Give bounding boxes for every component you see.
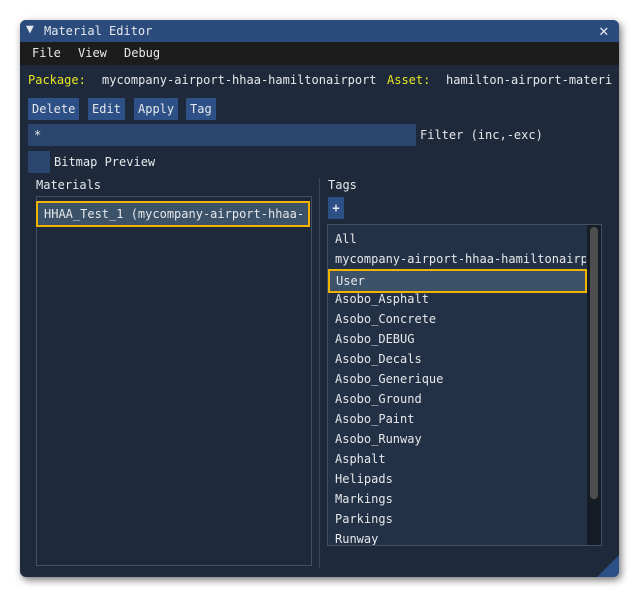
bitmap-preview-checkbox[interactable] [28, 151, 50, 173]
tag-item[interactable]: Runway [328, 530, 586, 545]
filter-label: Filter (inc,-exc) [420, 128, 543, 142]
add-tag-button[interactable]: + [328, 197, 344, 219]
material-editor-window: ▼ Material Editor ✕ File View Debug Pack… [20, 20, 619, 577]
materials-header: Materials [36, 178, 102, 192]
material-item-label: HHAA_Test_1 (mycompany-airport-hhaa- [44, 207, 305, 221]
materials-list: HHAA_Test_1 (mycompany-airport-hhaa- [36, 196, 312, 566]
scrollbar-thumb[interactable] [590, 227, 598, 499]
tags-header: Tags [328, 178, 357, 192]
apply-button[interactable]: Apply [134, 98, 179, 120]
tag-item[interactable]: Asobo_DEBUG [328, 330, 586, 350]
menu-debug[interactable]: Debug [124, 46, 160, 60]
tag-item[interactable]: Asobo_Decals [328, 350, 586, 370]
menu-bar: File View Debug [20, 42, 619, 65]
tag-item[interactable]: Asobo_Runway [328, 430, 586, 450]
resize-grip[interactable] [597, 555, 619, 577]
title-bar[interactable]: ▼ Material Editor ✕ [20, 20, 619, 42]
tag-item[interactable]: Asobo_Ground [328, 390, 586, 410]
filter-value: * [34, 128, 42, 142]
asset-value: hamilton-airport-materi [446, 73, 613, 87]
tag-item[interactable]: Helipads [328, 470, 586, 490]
tag-item[interactable]: Asphalt [328, 450, 586, 470]
tag-item[interactable]: Asobo_Concrete [328, 310, 586, 330]
collapse-triangle-icon[interactable]: ▼ [26, 22, 34, 37]
window-title: Material Editor [44, 24, 153, 38]
edit-button[interactable]: Edit [88, 98, 125, 120]
tag-item[interactable]: Asobo_Asphalt [328, 290, 586, 310]
package-value: mycompany-airport-hhaa-hamiltonairport [102, 73, 377, 87]
package-label: Package: [28, 73, 86, 87]
tag-item[interactable]: Markings [328, 490, 586, 510]
tags-list: All mycompany-airport-hhaa-hamiltonairpor… [327, 224, 602, 546]
tag-button[interactable]: Tag [186, 98, 216, 120]
close-icon[interactable]: ✕ [599, 21, 609, 40]
menu-view[interactable]: View [78, 46, 107, 60]
tag-item[interactable]: All [328, 230, 586, 250]
tag-item[interactable]: Parkings [328, 510, 586, 530]
tag-item[interactable]: Asobo_Paint [328, 410, 586, 430]
bitmap-preview-label: Bitmap Preview [54, 155, 156, 169]
splitter[interactable] [319, 178, 320, 568]
delete-button[interactable]: Delete [28, 98, 80, 120]
tag-item[interactable]: mycompany-airport-hhaa-hamiltonairport [328, 250, 586, 270]
material-item[interactable]: HHAA_Test_1 (mycompany-airport-hhaa- [36, 201, 310, 227]
filter-input[interactable]: * [28, 124, 416, 146]
scrollbar-track[interactable] [587, 225, 601, 545]
menu-file[interactable]: File [32, 46, 61, 60]
asset-label: Asset: [387, 73, 431, 87]
tag-item[interactable]: Asobo_Generique [328, 370, 586, 390]
